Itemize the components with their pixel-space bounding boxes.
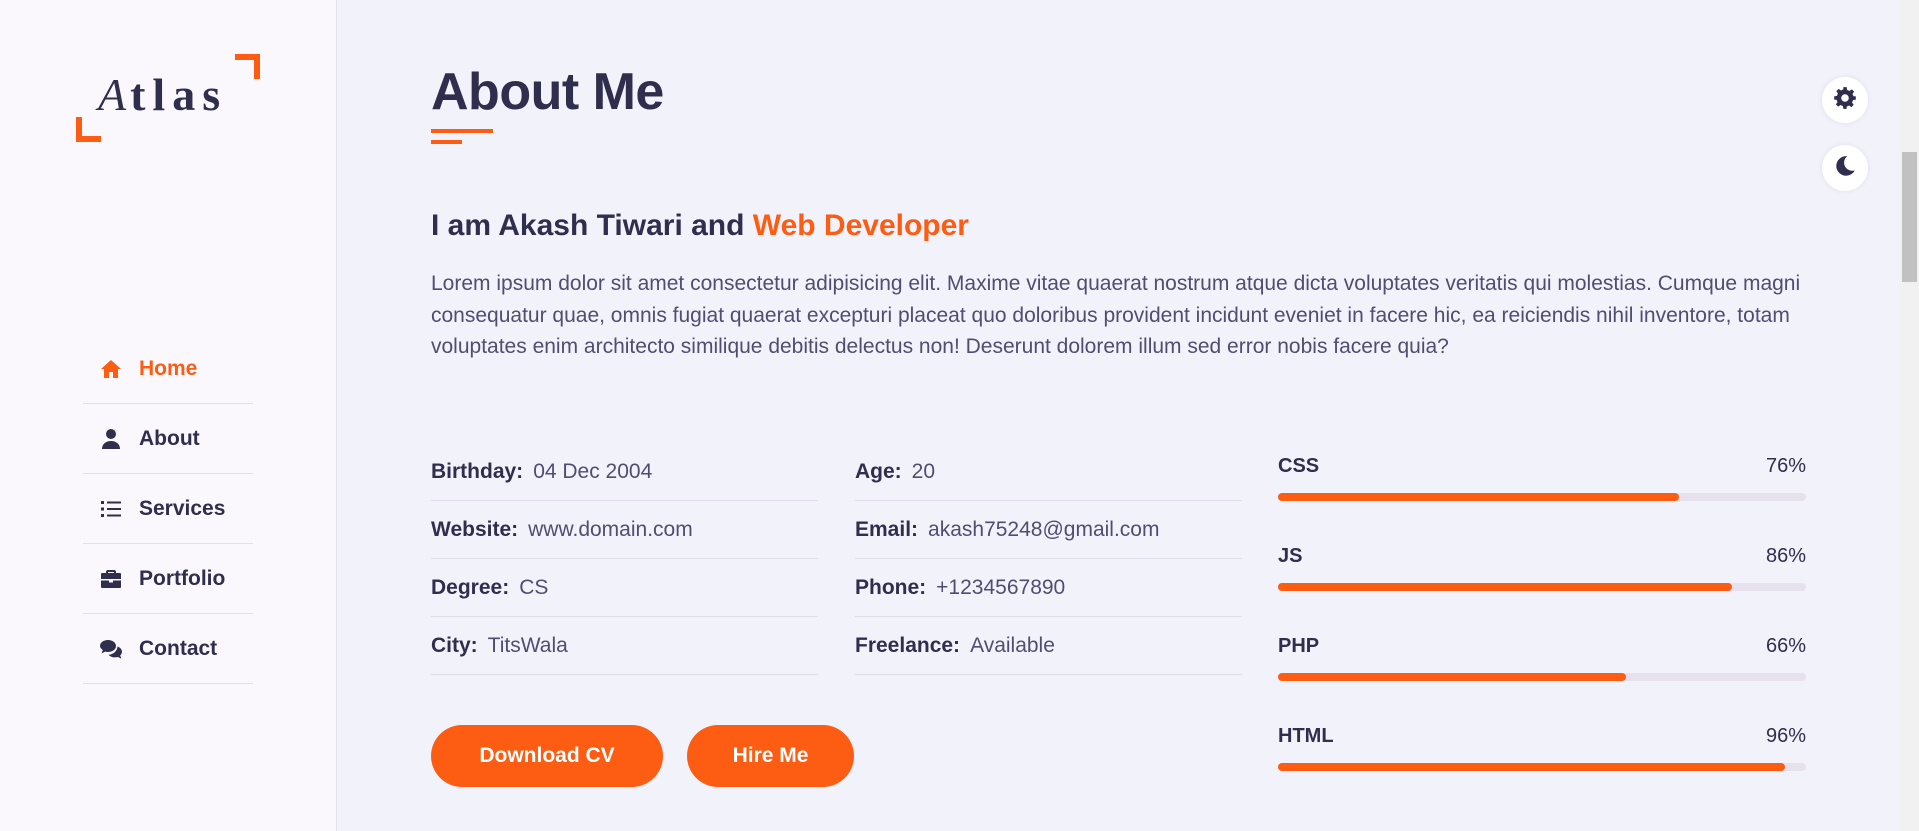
logo-text: Atlas xyxy=(98,69,228,120)
info-value: Available xyxy=(970,633,1055,657)
info-row-freelance: Freelance: Available xyxy=(855,617,1242,675)
skill-percent: 86% xyxy=(1765,545,1806,567)
info-value: 20 xyxy=(911,459,936,483)
skill-name: JS xyxy=(1278,545,1303,567)
skill-percent: 66% xyxy=(1765,635,1806,657)
skill-name: CSS xyxy=(1278,455,1320,477)
about-section: About Me I am Akash Tiwari and Web Devel… xyxy=(431,0,1811,831)
personal-info-right: Age: 20 Email: akash75248@gmail.com Phon… xyxy=(855,443,1242,675)
skill-html: HTML 96% xyxy=(1278,713,1806,803)
nav-item-services[interactable]: Services xyxy=(83,474,253,544)
skill-js: JS 86% xyxy=(1278,533,1806,623)
skill-progress-fill xyxy=(1278,493,1680,501)
info-value: www.domain.com xyxy=(528,517,693,541)
skill-progress-track xyxy=(1278,763,1806,771)
info-row-city: City: TitsWala xyxy=(431,617,818,675)
nav-item-about[interactable]: About xyxy=(83,404,253,474)
info-row-phone: Phone: +1234567890 xyxy=(855,559,1242,617)
hire-me-button[interactable]: Hire Me xyxy=(687,725,854,787)
info-value: CS xyxy=(519,575,549,599)
skill-progress-track xyxy=(1278,583,1806,591)
logo[interactable]: Atlas xyxy=(76,54,260,142)
info-key: Freelance: xyxy=(855,633,961,657)
scrollbar-thumb[interactable] xyxy=(1902,152,1917,282)
info-value: +1234567890 xyxy=(936,575,1066,599)
title-underline-short xyxy=(431,140,462,144)
page-title: About Me xyxy=(431,63,664,121)
skill-css: CSS 76% xyxy=(1278,443,1806,533)
info-key: Birthday: xyxy=(431,459,524,483)
nav-label: Services xyxy=(139,496,226,520)
intro-heading: I am Akash Tiwari and Web Developer xyxy=(431,209,969,242)
intro-paragraph: Lorem ipsum dolor sit amet consectetur a… xyxy=(431,272,1801,358)
style-switcher-toggle[interactable] xyxy=(1822,77,1868,123)
comments-icon xyxy=(99,637,127,661)
info-key: Email: xyxy=(855,517,919,541)
nav-label: Portfolio xyxy=(139,566,226,590)
nav-item-portfolio[interactable]: Portfolio xyxy=(83,544,253,614)
skill-name: PHP xyxy=(1278,635,1320,657)
title-underline xyxy=(431,129,493,133)
skills-list: CSS 76% JS 86% PHP 66% HTML 96% xyxy=(1278,443,1806,803)
info-row-degree: Degree: CS xyxy=(431,559,818,617)
download-cv-button[interactable]: Download CV xyxy=(431,725,663,787)
skill-progress-track xyxy=(1278,673,1806,681)
intro-role: Web Developer xyxy=(752,209,969,242)
list-icon xyxy=(99,497,127,521)
info-value: 04 Dec 2004 xyxy=(533,459,653,483)
gear-icon xyxy=(1832,85,1858,116)
nav-item-home[interactable]: Home xyxy=(83,334,253,404)
skill-percent: 76% xyxy=(1765,455,1806,477)
user-icon xyxy=(99,427,127,451)
main-nav: Home About Services Portfolio Contact xyxy=(83,334,253,684)
info-key: Phone: xyxy=(855,575,927,599)
info-key: City: xyxy=(431,633,478,657)
info-key: Degree: xyxy=(431,575,510,599)
skill-progress-track xyxy=(1278,493,1806,501)
moon-icon xyxy=(1832,153,1858,184)
info-row-age: Age: 20 xyxy=(855,443,1242,501)
info-key: Website: xyxy=(431,517,519,541)
skill-progress-fill xyxy=(1278,583,1733,591)
info-row-birthday: Birthday: 04 Dec 2004 xyxy=(431,443,818,501)
logo-corner-top-right xyxy=(235,54,260,79)
personal-info-left: Birthday: 04 Dec 2004 Website: www.domai… xyxy=(431,443,818,675)
info-value: TitsWala xyxy=(487,633,568,657)
page-scrollbar[interactable] xyxy=(1900,0,1919,831)
skill-php: PHP 66% xyxy=(1278,623,1806,713)
theme-toggle[interactable] xyxy=(1822,145,1868,191)
skill-progress-fill xyxy=(1278,673,1627,681)
briefcase-icon xyxy=(99,567,127,591)
home-icon xyxy=(99,357,127,381)
info-row-email: Email: akash75248@gmail.com xyxy=(855,501,1242,559)
sidebar: Atlas Home About Services Portfolio Cont… xyxy=(0,0,337,831)
skill-progress-fill xyxy=(1278,763,1785,771)
skill-percent: 96% xyxy=(1765,725,1806,747)
info-value: akash75248@gmail.com xyxy=(928,517,1160,541)
info-row-website: Website: www.domain.com xyxy=(431,501,818,559)
nav-label: About xyxy=(139,426,200,450)
info-key: Age: xyxy=(855,459,902,483)
nav-item-contact[interactable]: Contact xyxy=(83,614,253,684)
skill-name: HTML xyxy=(1278,725,1334,747)
nav-label: Home xyxy=(139,356,198,380)
nav-label: Contact xyxy=(139,636,218,660)
